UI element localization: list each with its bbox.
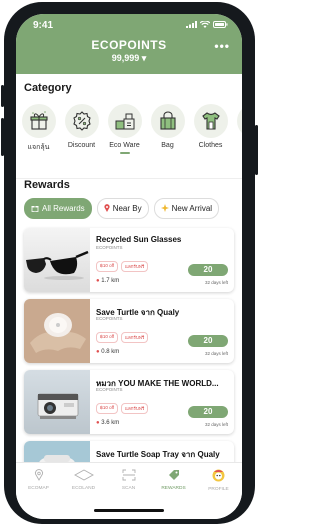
reward-card[interactable]: Recycled Sun Glasses ECOPOINTS ฿10 off แ…: [24, 228, 234, 292]
distance-value: 0.8 km: [101, 349, 120, 355]
points-balance-dropdown[interactable]: 99,999 ▾: [16, 53, 242, 64]
rewards-title: Rewards: [24, 179, 70, 191]
reward-points-button[interactable]: 20: [188, 335, 228, 347]
discount-tag: ฿10 off: [96, 403, 119, 414]
category-item-clothes[interactable]: Clothes: [192, 104, 229, 154]
reward-distance: ● 0.8 km: [96, 349, 119, 355]
reward-card[interactable]: หมวก YOU MAKE THE WORLD... ECOPOINTS ฿10…: [24, 370, 234, 434]
filter-all-rewards[interactable]: All Rewards: [24, 198, 92, 219]
phone-side-button-right: [255, 125, 258, 175]
category-list: แจกลุ้น Discount Eco Ware Bag Clothes: [20, 104, 242, 154]
category-label: แจกลุ้น: [27, 144, 50, 151]
tab-profile[interactable]: PROFILE: [196, 469, 241, 492]
tab-label: REWARDS: [161, 486, 186, 491]
tab-rewards[interactable]: REWARDS: [151, 469, 196, 491]
category-label: Discount: [67, 142, 96, 149]
reward-image-sunglasses: [24, 228, 90, 292]
free-redeem-tag: แลกรับฟรี: [121, 261, 149, 272]
reward-card[interactable]: Save Turtle จาก Qualy ECOPOINTS ฿10 off …: [24, 299, 234, 363]
distance-value: 3.6 km: [101, 420, 120, 426]
reward-points-button[interactable]: 20: [188, 264, 228, 276]
reward-points-button[interactable]: 20: [188, 406, 228, 418]
battery-icon: [213, 21, 228, 28]
category-item-discount[interactable]: Discount: [63, 104, 100, 154]
reward-tags: ฿10 off แลกรับฟรี: [96, 261, 149, 272]
filter-label: Near By: [112, 204, 142, 213]
category-title: Category: [24, 82, 72, 94]
signal-icon: [186, 21, 197, 28]
filter-new-arrival[interactable]: New Arrival: [153, 198, 220, 219]
reward-image-camera: [24, 370, 90, 434]
tab-label: ECOMAP: [28, 486, 49, 491]
status-time: 9:41: [33, 20, 54, 31]
reward-days-left: 32 days left: [204, 351, 228, 356]
clothes-icon: [193, 104, 228, 138]
reward-days-left: 32 days left: [204, 422, 228, 427]
free-redeem-tag: แลกรับฟรี: [121, 332, 149, 343]
filter-label: New Arrival: [171, 204, 213, 213]
discount-tag: ฿10 off: [96, 332, 119, 343]
reward-brand: ECOPOINTS: [96, 316, 123, 321]
bag-icon: [150, 104, 185, 138]
reward-brand: ECOPOINTS: [96, 245, 123, 250]
category-label: Eco Ware: [109, 142, 140, 149]
reward-image-turtle-holder: [24, 299, 90, 363]
category-item-giveaway[interactable]: แจกลุ้น: [20, 104, 57, 154]
reward-days-left: 32 days left: [204, 280, 228, 285]
scan-icon: [122, 469, 135, 481]
sparkle-icon: [160, 203, 169, 214]
tab-scan[interactable]: SCAN: [106, 469, 151, 491]
status-icons: [186, 21, 228, 28]
pin-icon: ●: [96, 420, 100, 426]
filter-label: All Rewards: [42, 204, 85, 213]
pin-icon: ●: [96, 278, 100, 284]
map-pin-icon: [34, 469, 43, 481]
rewards-tag-icon: [168, 470, 179, 480]
discount-tag: ฿10 off: [96, 261, 119, 272]
pin-icon: [104, 203, 110, 214]
land-icon: [73, 469, 94, 481]
free-redeem-tag: แลกรับฟรี: [121, 403, 149, 414]
category-label: Clothes: [198, 142, 223, 149]
eco-ware-icon: [107, 104, 142, 138]
reward-tags: ฿10 off แลกรับฟรี: [96, 332, 149, 343]
reward-brand: ECOPOINTS: [96, 387, 123, 392]
profile-avatar-icon: [212, 469, 225, 482]
home-indicator[interactable]: [94, 509, 164, 512]
tab-ecoland[interactable]: ECOLAND: [61, 469, 106, 491]
reward-title: Recycled Sun Glasses: [96, 235, 182, 244]
tab-ecomap[interactable]: ECOMAP: [16, 469, 61, 491]
header: 9:41 ECOPOINTS 99,999 ▾ •••: [16, 14, 242, 74]
category-item-eco-ware[interactable]: Eco Ware: [106, 104, 143, 154]
tab-label: ECOLAND: [71, 486, 96, 491]
more-menu-icon[interactable]: •••: [214, 39, 230, 53]
reward-distance: ● 1.7 km: [96, 278, 119, 284]
wifi-icon: [200, 21, 210, 28]
reward-tags: ฿10 off แลกรับฟรี: [96, 403, 149, 414]
active-category-indicator: [119, 152, 130, 154]
discount-badge-icon: [64, 104, 99, 138]
category-item-bag[interactable]: Bag: [149, 104, 186, 154]
pin-icon: ●: [96, 349, 100, 355]
reward-filters: All Rewards Near By New Arrival: [24, 198, 220, 219]
tab-label: SCAN: [121, 486, 136, 491]
gift-icon: [21, 104, 56, 138]
distance-value: 1.7 km: [101, 278, 120, 284]
app-title: ECOPOINTS: [91, 38, 167, 52]
health-icon: [236, 104, 242, 138]
filter-near-by[interactable]: Near By: [96, 198, 149, 219]
tab-label: PROFILE: [208, 487, 229, 492]
gift-small-icon: [31, 204, 39, 214]
category-item-health[interactable]: He: [235, 104, 242, 154]
app-screen: 9:41 ECOPOINTS 99,999 ▾ ••• Category แจก…: [16, 14, 242, 519]
reward-title: Save Turtle Soap Tray จาก Qualy: [96, 450, 220, 459]
category-label: Bag: [161, 142, 174, 149]
reward-distance: ● 3.6 km: [96, 420, 119, 426]
